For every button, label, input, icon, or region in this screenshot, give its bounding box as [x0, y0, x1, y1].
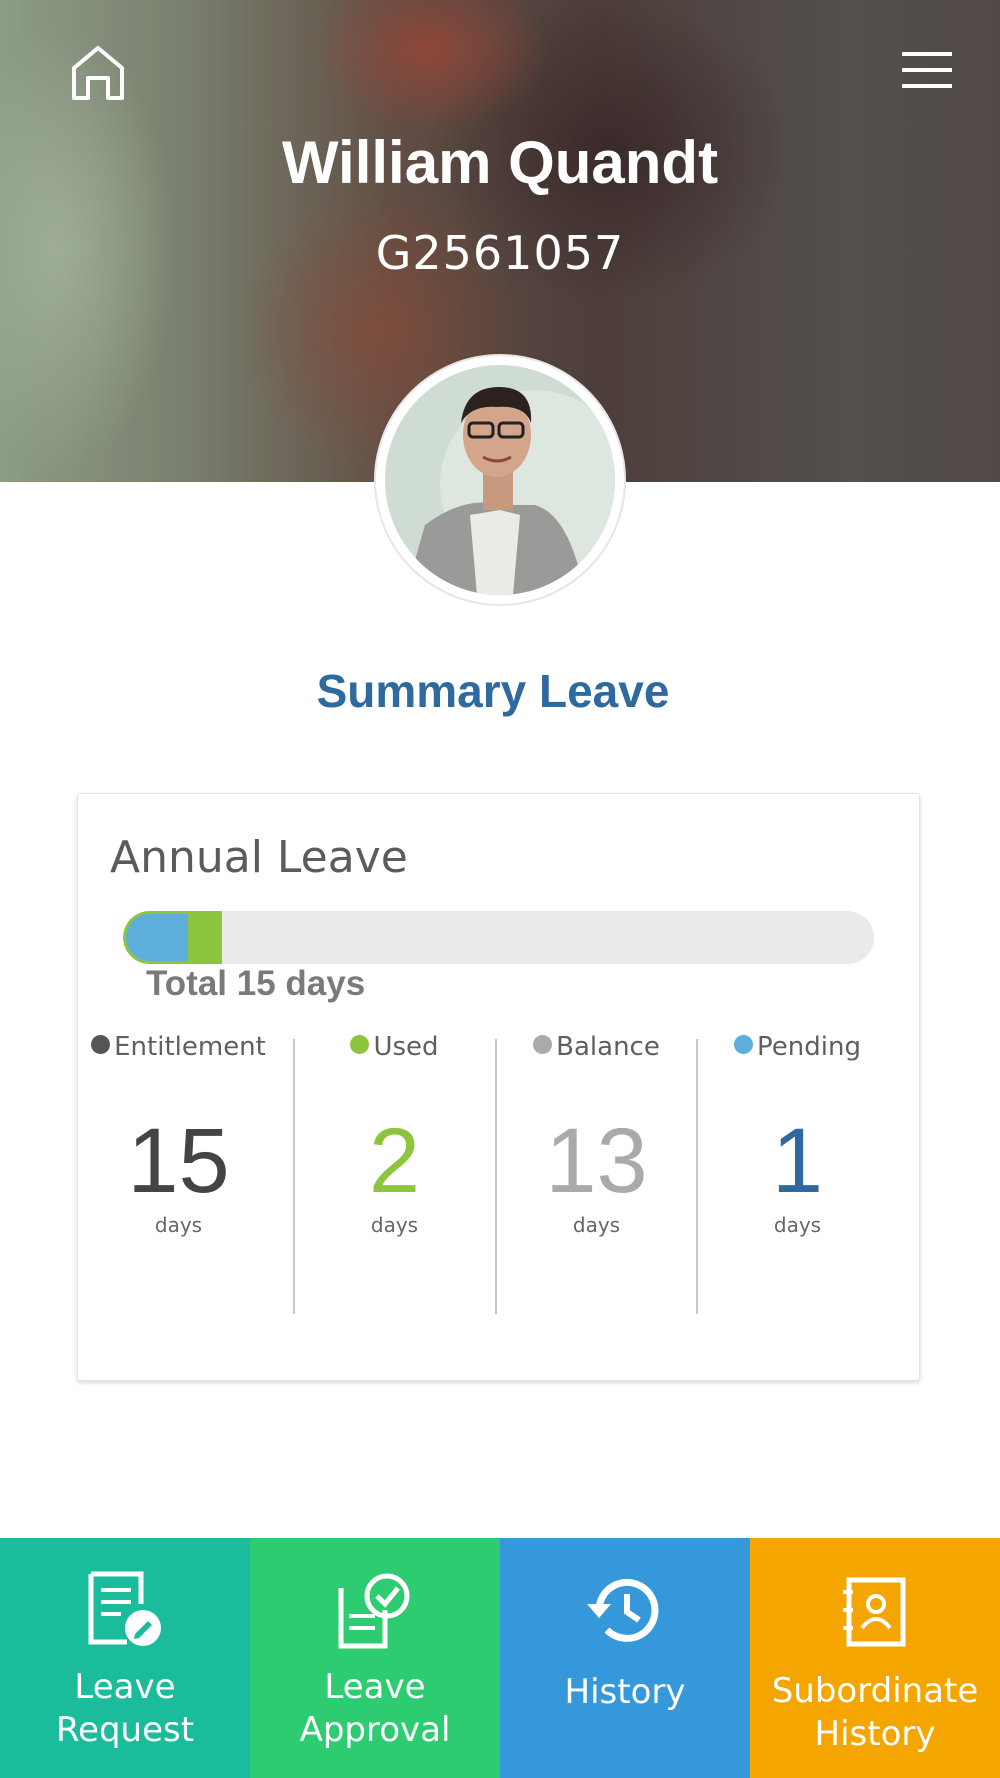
home-button[interactable]: [70, 44, 126, 102]
leave-approval-icon: [338, 1573, 410, 1649]
progress-used-segment: [188, 911, 223, 964]
progress-pending-segment: [123, 911, 189, 964]
nav-label: Leave Approval: [299, 1667, 451, 1750]
annual-leave-card: Annual Leave Total 15 days Entitlement 1…: [77, 793, 920, 1381]
stat-label: Pending: [697, 1032, 898, 1062]
stat-value: 13: [545, 1110, 648, 1212]
stat-value: 15: [127, 1110, 230, 1212]
history-button[interactable]: History: [500, 1538, 750, 1778]
section-title: Summary Leave: [316, 665, 670, 717]
contacts-book-icon: [843, 1577, 906, 1647]
legend-dot: [350, 1035, 370, 1054]
leave-progress-bar: [123, 911, 874, 964]
subordinate-history-button[interactable]: Subordinate History: [750, 1538, 1000, 1778]
bottom-nav: Leave Request Leave Approval History Sub…: [0, 1538, 1000, 1778]
history-icon: [587, 1578, 659, 1642]
avatar[interactable]: [376, 356, 624, 604]
legend-dot: [533, 1035, 553, 1054]
home-icon: [72, 46, 124, 100]
stat-unit: days: [370, 1213, 419, 1237]
leave-approval-button[interactable]: Leave Approval: [250, 1538, 500, 1778]
stat-balance: Balance 13 days: [496, 1032, 697, 1312]
stat-label: Balance: [496, 1032, 697, 1062]
menu-button[interactable]: [900, 52, 954, 88]
card-title: Annual Leave: [110, 832, 408, 883]
stat-pending: Pending 1 days: [697, 1032, 898, 1312]
stat-label: Entitlement: [78, 1032, 279, 1062]
profile-photo: [385, 365, 615, 595]
legend-dot: [734, 1035, 754, 1054]
employee-id: G2561057: [375, 226, 625, 280]
legend-dot: [91, 1035, 111, 1054]
total-days-label: Total 15 days: [146, 964, 366, 1003]
user-name: William Quandt: [281, 129, 719, 196]
stat-used: Used 2 days: [294, 1032, 495, 1312]
stat-label: Used: [294, 1032, 495, 1062]
nav-label: Leave Request: [55, 1667, 195, 1750]
stat-entitlement: Entitlement 15 days: [78, 1032, 279, 1312]
stat-unit: days: [773, 1213, 822, 1237]
nav-label: Subordinate History: [771, 1671, 979, 1754]
stat-value: 2: [368, 1110, 421, 1212]
stat-unit: days: [154, 1213, 203, 1237]
nav-label: History: [564, 1672, 686, 1712]
stat-value: 1: [771, 1110, 824, 1212]
leave-request-button[interactable]: Leave Request: [0, 1538, 250, 1778]
leave-request-icon: [88, 1571, 161, 1646]
stat-unit: days: [572, 1213, 621, 1237]
hamburger-menu-icon: [902, 52, 952, 88]
